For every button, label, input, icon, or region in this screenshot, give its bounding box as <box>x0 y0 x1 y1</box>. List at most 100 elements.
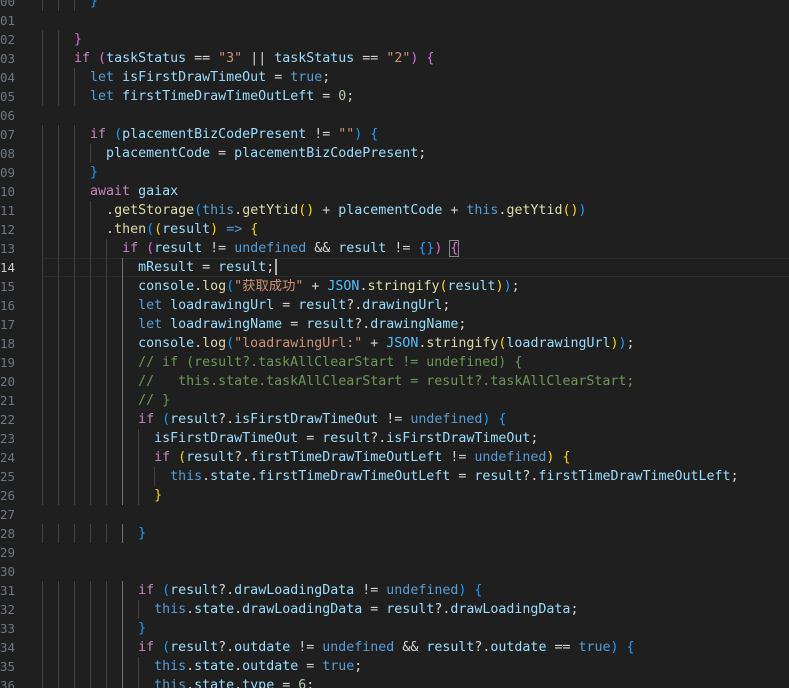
code-text: if (result?.firstTimeDrawTimeOutLeft != … <box>154 448 570 467</box>
line-number: 11 <box>0 203 16 218</box>
code-line[interactable]: 13 if (result != undefined && result != {… <box>0 239 789 258</box>
code-token: = <box>274 678 299 688</box>
code-line[interactable]: 05 let firstTimeDrawTimeOutLeft = 0; <box>0 87 789 106</box>
indent-guide <box>58 68 59 87</box>
code-line[interactable]: 16 let loadrawingUrl = result?.drawingUrl… <box>0 296 789 315</box>
code-token: result <box>154 241 203 256</box>
code-line[interactable]: 31 if (result?.drawLoadingData != undefin… <box>0 581 789 600</box>
indent-guide <box>74 334 76 353</box>
code-line[interactable]: 29 <box>0 543 789 562</box>
code-token: == <box>186 51 219 66</box>
indent-guide <box>138 676 140 688</box>
code-line[interactable]: 01 <box>0 11 789 30</box>
code-line[interactable]: 26} <box>0 486 789 505</box>
indent-guide <box>122 524 124 543</box>
line-number: 21 <box>0 393 16 408</box>
code-token: JSON <box>327 279 360 294</box>
code-token: undefined <box>322 640 395 655</box>
indent-guide <box>122 429 124 448</box>
code-token: let <box>90 89 115 104</box>
code-line[interactable]: 11 .getStorage(this.getYtid() + placement… <box>0 201 789 220</box>
indent-guide <box>42 638 43 657</box>
indent-guide <box>74 353 76 372</box>
code-token: drawLoadingData <box>450 602 571 617</box>
code-token: if <box>122 241 139 256</box>
code-token: ) <box>495 279 504 294</box>
indent-guide <box>58 448 59 467</box>
indent-guide <box>58 30 59 49</box>
code-token: result <box>447 279 496 294</box>
code-token: == <box>354 51 387 66</box>
indent-guide <box>42 125 43 144</box>
code-line[interactable]: 24 if (result?.firstTimeDrawTimeOutLeft !… <box>0 448 789 467</box>
code-line[interactable]: 14 mResult = result; <box>0 258 789 277</box>
indent-guide <box>122 410 124 429</box>
code-editor[interactable]: 00} 01 02} 03 if (taskStatus == "3" || taskS… <box>0 0 789 688</box>
code-token: = <box>194 260 219 275</box>
code-line[interactable]: 04 let isFirstDrawTimeOut = true; <box>0 68 789 87</box>
code-token: } <box>90 0 99 9</box>
code-line[interactable]: 07 if (placementBizCodePresent != "") { <box>0 125 789 144</box>
code-token: ; <box>730 469 739 484</box>
code-token: ( <box>162 640 171 655</box>
code-token: && <box>306 241 339 256</box>
code-line[interactable]: 17 let loadrawingName = result?.drawingNa… <box>0 315 789 334</box>
code-token: state <box>194 602 235 617</box>
indent-guide <box>122 391 124 410</box>
indent-guide <box>74 391 76 410</box>
code-token: "loadrawingUrl:" <box>234 336 363 351</box>
code-line[interactable]: 12 .then((result) => { <box>0 220 789 239</box>
code-line[interactable]: 34 if (result?.outdate != undefined && re… <box>0 638 789 657</box>
code-line[interactable]: 10 await gaiax <box>0 182 789 201</box>
code-token: isFirstDrawTimeOut <box>122 70 267 85</box>
code-token: result <box>306 317 355 332</box>
code-token: = <box>298 431 323 446</box>
indent-guide <box>74 448 76 467</box>
code-token: placementCode <box>106 146 211 161</box>
code-line[interactable]: 03 if (taskStatus == "3" || taskStatus ==… <box>0 49 789 68</box>
indent-guide <box>42 144 43 163</box>
code-token: ( <box>226 279 235 294</box>
code-line[interactable]: 15 console.log("获取成功" + JSON.stringify(re… <box>0 277 789 296</box>
code-token: this <box>466 203 499 218</box>
code-token: ; <box>322 70 331 85</box>
indent-guide <box>122 638 124 657</box>
code-line[interactable]: 20 // this.state.taskAllClearStart = resu… <box>0 372 789 391</box>
code-line[interactable]: 25 this.state.firstTimeDrawTimeOutLeft = … <box>0 467 789 486</box>
code-line[interactable]: 02} <box>0 30 789 49</box>
line-number: 35 <box>0 659 16 674</box>
code-line[interactable]: 18 console.log("loadrawingUrl:" + JSON.st… <box>0 334 789 353</box>
indent-guide <box>58 182 59 201</box>
code-line[interactable]: 19 // if (result?.taskAllClearStart != un… <box>0 353 789 372</box>
code-text: await gaiax <box>90 182 178 201</box>
code-line[interactable]: 23 isFirstDrawTimeOut = result?.isFirstDr… <box>0 429 789 448</box>
code-token: = <box>274 298 299 313</box>
indent-guide <box>90 239 92 258</box>
code-token: "" <box>338 127 355 142</box>
indent-guide <box>74 619 76 638</box>
indent-guide <box>58 524 59 543</box>
line-number: 15 <box>0 279 16 294</box>
code-line[interactable]: 28} <box>0 524 789 543</box>
code-line[interactable]: 32 this.state.drawLoadingData = result?.d… <box>0 600 789 619</box>
code-line[interactable]: 08 placementCode = placementBizCodePresen… <box>0 144 789 163</box>
code-line[interactable]: 36 this.state.type = 6; <box>0 676 789 688</box>
code-line[interactable]: 06 <box>0 106 789 125</box>
code-line[interactable]: 35 this.state.outdate = true; <box>0 657 789 676</box>
code-line[interactable]: 00} <box>0 0 789 11</box>
code-line[interactable]: 21 // } <box>0 391 789 410</box>
code-token: ; <box>511 279 520 294</box>
code-token: () <box>562 203 579 218</box>
code-line[interactable]: 30 <box>0 562 789 581</box>
code-line[interactable]: 27 <box>0 505 789 524</box>
code-token: } <box>74 32 83 47</box>
code-token: { <box>370 127 379 142</box>
code-line[interactable]: 09} <box>0 163 789 182</box>
line-number: 09 <box>0 165 16 180</box>
indent-guide <box>90 676 92 688</box>
indent-guide <box>74 638 76 657</box>
code-line[interactable]: 33} <box>0 619 789 638</box>
code-line[interactable]: 22 if (result?.isFirstDrawTimeOut != unde… <box>0 410 789 429</box>
code-token: = <box>298 659 323 674</box>
